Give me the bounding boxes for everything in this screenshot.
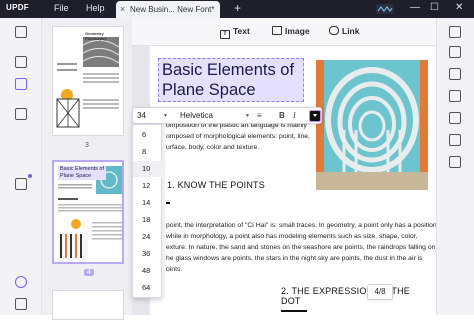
italic-button[interactable]: I xyxy=(293,111,296,120)
font-size-option[interactable]: 8 xyxy=(133,144,162,160)
reader-icon[interactable] xyxy=(15,26,27,38)
minimize-button[interactable]: — xyxy=(410,2,420,13)
page-thumbnail-4[interactable]: Basic Elements of Plane Space xyxy=(52,160,124,264)
add-link-button[interactable]: Link xyxy=(329,26,359,36)
organize-pages-icon[interactable] xyxy=(15,108,27,120)
font-family-dropdown-icon[interactable]: ▼ xyxy=(245,113,250,119)
font-size-option[interactable]: 24 xyxy=(133,229,162,245)
align-icon[interactable]: ≡ xyxy=(257,111,262,120)
font-size-option[interactable]: 48 xyxy=(133,263,162,279)
section-rule-1 xyxy=(166,202,170,204)
image-icon xyxy=(272,26,282,35)
section-heading-1: 1. KNOW THE POINTS xyxy=(167,180,265,190)
close-window-button[interactable]: ✕ xyxy=(455,2,463,13)
tab-title: New Busin... New Font* xyxy=(130,5,215,14)
edit-pdf-icon[interactable] xyxy=(15,78,27,90)
notification-dot-icon xyxy=(28,174,32,178)
font-size-dropdown: 6 8 10 12 14 18 24 36 48 64 xyxy=(132,124,162,298)
text-color-button[interactable] xyxy=(309,110,321,122)
save-as-icon[interactable] xyxy=(449,156,461,168)
font-size-option[interactable]: 6 xyxy=(133,127,162,143)
maximize-button[interactable]: ☐ xyxy=(430,2,439,13)
bookmark-icon[interactable] xyxy=(15,298,27,310)
point-line-5: oints. xyxy=(166,266,183,273)
ocr-icon[interactable] xyxy=(449,46,461,58)
left-toolbar xyxy=(0,18,42,315)
page-3-title: Geometry Philosophy xyxy=(85,31,107,41)
title-bar: UPDF File Help × New Busin... New Font* … xyxy=(0,0,474,18)
point-line-1: point, the interpretation of "Ci Hai" is… xyxy=(166,222,439,229)
tab-close-icon[interactable]: × xyxy=(120,4,125,14)
tools-icon[interactable] xyxy=(15,178,27,190)
thumbnail-panel: Geometry Philosophy 3 Basic Elements of … xyxy=(42,18,132,320)
page-4-title: Basic Elements of Plane Space xyxy=(58,166,107,180)
section-rule-2 xyxy=(281,310,307,312)
intro-line-2: omposed of morphological elements: point… xyxy=(166,133,310,140)
page-thumbnail-5[interactable] xyxy=(52,290,124,320)
add-text-button[interactable]: T Text xyxy=(220,26,250,39)
right-toolbar xyxy=(436,18,474,315)
page-number-3: 3 xyxy=(85,142,89,149)
page-3-preview xyxy=(56,37,120,128)
point-line-4: he glass windows are points, the stars i… xyxy=(166,255,423,262)
edit-toolbar: T Text Image Link xyxy=(132,18,436,46)
page-indicator[interactable]: 4/8 xyxy=(367,284,393,300)
bold-button[interactable]: B xyxy=(279,111,285,120)
font-size-field[interactable]: 34 xyxy=(137,111,146,120)
font-size-option[interactable]: 64 xyxy=(133,280,162,296)
protect-icon[interactable] xyxy=(449,90,461,102)
font-size-dropdown-icon[interactable]: ▼ xyxy=(163,113,168,119)
font-size-option[interactable]: 18 xyxy=(133,212,162,228)
text-icon: T xyxy=(220,30,230,39)
new-tab-button[interactable]: + xyxy=(234,1,241,15)
font-toolbar: 34 ▼ Helvetica ▼ ≡ B I xyxy=(132,107,322,124)
share-icon[interactable] xyxy=(449,112,461,124)
point-line-3: exture. In nature, the sand and stones o… xyxy=(166,244,436,251)
email-icon[interactable] xyxy=(449,134,461,146)
font-size-option[interactable]: 36 xyxy=(133,246,162,262)
intro-line-3: urface, body, color and texture. xyxy=(166,144,260,151)
font-size-option[interactable]: 14 xyxy=(133,195,162,211)
search-icon[interactable] xyxy=(449,26,461,38)
menu-file[interactable]: File xyxy=(54,3,69,13)
document-tab[interactable]: × New Busin... New Font* xyxy=(116,1,220,18)
page-heading[interactable]: Basic Elements of Plane Space xyxy=(162,60,308,100)
menu-help[interactable]: Help xyxy=(86,3,105,13)
updf-logo: UPDF xyxy=(6,3,29,12)
font-size-option-selected[interactable]: 10 xyxy=(133,161,162,177)
dropdown-scrollbar[interactable] xyxy=(162,124,165,298)
comment-icon[interactable] xyxy=(15,56,27,68)
page-thumbnail-3[interactable]: Geometry Philosophy xyxy=(52,26,124,136)
collaboration-icon[interactable] xyxy=(376,4,394,14)
font-size-option[interactable]: 12 xyxy=(133,178,162,194)
page-number-4: 4 xyxy=(84,269,94,276)
convert-icon[interactable] xyxy=(449,68,461,80)
font-family-select[interactable]: Helvetica xyxy=(180,111,213,120)
layers-icon[interactable] xyxy=(15,276,27,288)
document-photo[interactable] xyxy=(316,60,428,190)
link-icon xyxy=(329,26,339,35)
add-image-button[interactable]: Image xyxy=(272,26,310,36)
point-line-2: while in morphology, a point also has mo… xyxy=(166,233,418,240)
